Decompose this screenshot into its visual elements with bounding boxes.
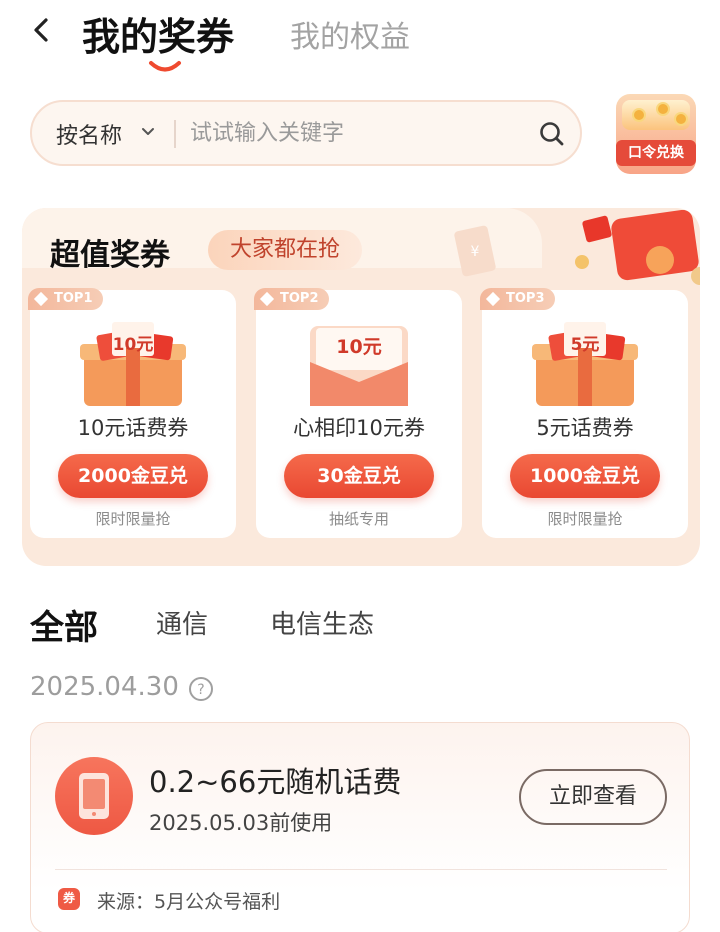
voucher-title: 0.2~66元随机话费	[149, 765, 402, 799]
redeem-button[interactable]: 2000金豆兑	[58, 454, 208, 498]
rank-label: TOP3	[506, 291, 545, 306]
active-tab-indicator	[149, 61, 181, 72]
search-bar: 按名称	[30, 100, 582, 166]
search-divider	[174, 120, 176, 148]
help-icon[interactable]: ?	[188, 676, 214, 702]
tab-my-vouchers[interactable]: 我的奖券	[82, 6, 234, 61]
coin-icon	[656, 102, 670, 116]
coupon-icon: 券	[55, 885, 83, 913]
voucher-note: 限时限量抢	[95, 510, 171, 528]
view-now-button[interactable]: 立即查看	[519, 769, 667, 825]
rank-badge: TOP2	[254, 288, 329, 310]
svg-text:?: ?	[197, 682, 204, 698]
voucher-expiry: 2025.05.03前使用	[149, 811, 333, 835]
chevron-down-icon[interactable]	[140, 124, 156, 140]
voucher-note: 限时限量抢	[547, 510, 623, 528]
phone-icon	[55, 757, 133, 835]
list-date: 2025.04.30	[30, 672, 179, 702]
voucher-value-label: 10元	[336, 336, 382, 358]
hot-voucher-card[interactable]: TOP3 5元 5元话费券 1000金豆兑 限时限量抢	[480, 288, 688, 538]
coin-icon	[674, 112, 688, 126]
coupon-icon-text: 券	[62, 891, 75, 905]
rank-icon	[485, 291, 501, 307]
popular-tag: 大家都在抢	[208, 230, 363, 270]
search-input[interactable]	[190, 114, 520, 152]
code-redeem-label: 口令兑换	[616, 140, 696, 166]
hot-voucher-card[interactable]: TOP1 10元 10元话费券 2000金豆兑 限时限量抢	[28, 288, 236, 538]
coin-icon	[632, 108, 646, 122]
tab-my-benefits[interactable]: 我的权益	[290, 12, 410, 56]
voucher-name: 10元话费券	[77, 416, 189, 440]
code-redeem-button[interactable]: 口令兑换	[612, 94, 700, 176]
back-button[interactable]	[26, 10, 58, 50]
voucher-value-label: 10元	[112, 335, 154, 355]
voucher-value-label: 5元	[570, 335, 600, 355]
hot-voucher-list: TOP1 10元 10元话费券 2000金豆兑 限时限量抢 TOP2 10元 心…	[28, 288, 692, 538]
divider	[55, 869, 667, 870]
rank-icon	[33, 291, 49, 307]
ticket-icon: ¥	[454, 225, 496, 277]
phone-glyph	[79, 773, 109, 819]
chevron-left-icon	[34, 18, 48, 42]
redeem-button[interactable]: 1000金豆兑	[510, 454, 660, 498]
redeem-button[interactable]: 30金豆兑	[284, 454, 434, 498]
rank-icon	[259, 291, 275, 307]
red-envelope-icon	[575, 210, 700, 285]
tab-telecom[interactable]: 通信	[156, 604, 208, 641]
tab-all[interactable]: 全部	[30, 600, 98, 649]
super-value-section: 超值奖券 大家都在抢 ¥ TOP1 10元 10元话费券 2000金豆兑 限时限…	[22, 208, 700, 566]
search-icon[interactable]	[538, 120, 566, 148]
voucher-note: 抽纸专用	[328, 510, 389, 528]
tab-telecom-ecosystem[interactable]: 电信生态	[270, 604, 374, 641]
voucher-name: 心相印10元券	[293, 416, 425, 440]
hot-voucher-card[interactable]: TOP2 10元 心相印10元券 30金豆兑 抽纸专用	[254, 288, 462, 538]
rank-badge: TOP3	[480, 288, 555, 310]
voucher-name: 5元话费券	[536, 416, 634, 440]
rank-label: TOP1	[54, 291, 93, 306]
svg-text:¥: ¥	[471, 244, 480, 260]
top-nav: 我的奖券 我的权益	[0, 0, 720, 90]
voucher-card[interactable]: 0.2~66元随机话费 2025.05.03前使用 立即查看 券 来源：5月公众…	[30, 722, 690, 932]
rank-badge: TOP1	[28, 288, 103, 310]
search-category-select[interactable]: 按名称	[56, 118, 122, 150]
section-title: 超值奖券	[50, 238, 170, 273]
rank-label: TOP2	[280, 291, 319, 306]
voucher-source: 来源：5月公众号福利	[97, 891, 281, 913]
